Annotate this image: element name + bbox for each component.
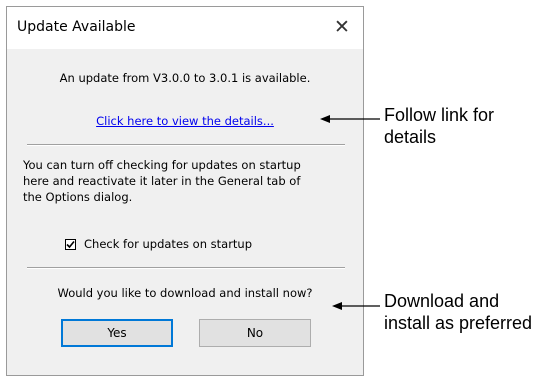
info-line: You can turn off checking for updates on… (23, 158, 301, 172)
checkmark-icon (66, 240, 75, 249)
link-callout: Follow link for details (384, 104, 494, 148)
install-callout: Download and install as preferred (384, 290, 532, 334)
update-message: An update from V3.0.0 to 3.0.1 is availa… (59, 71, 311, 85)
dialog-title: Update Available (17, 19, 136, 35)
no-button[interactable]: No (199, 319, 311, 347)
separator-top (27, 144, 345, 146)
callout-line: details (384, 127, 437, 147)
details-link-row: Click here to view the details... (7, 114, 363, 128)
details-link[interactable]: Click here to view the details... (96, 114, 274, 128)
callout-line: Follow link for (384, 105, 495, 125)
callout-line: Download and (384, 291, 500, 311)
callout-line: install as preferred (384, 313, 533, 333)
info-text: You can turn off checking for updates on… (23, 157, 351, 205)
startup-check-checkbox[interactable] (65, 239, 76, 250)
title-bar: Update Available ✕ (7, 7, 363, 49)
close-icon[interactable]: ✕ (327, 14, 357, 40)
info-line: the Options dialog. (23, 190, 133, 204)
checkbox-label[interactable]: Check for updates on startup (84, 237, 252, 251)
install-question: Would you like to download and install n… (57, 286, 313, 300)
update-dialog: Update Available ✕ An update from V3.0.0… (6, 6, 364, 376)
info-line: here and reactivate it later in the Gene… (23, 174, 301, 188)
separator-bottom (27, 267, 345, 269)
yes-button[interactable]: Yes (61, 319, 173, 347)
